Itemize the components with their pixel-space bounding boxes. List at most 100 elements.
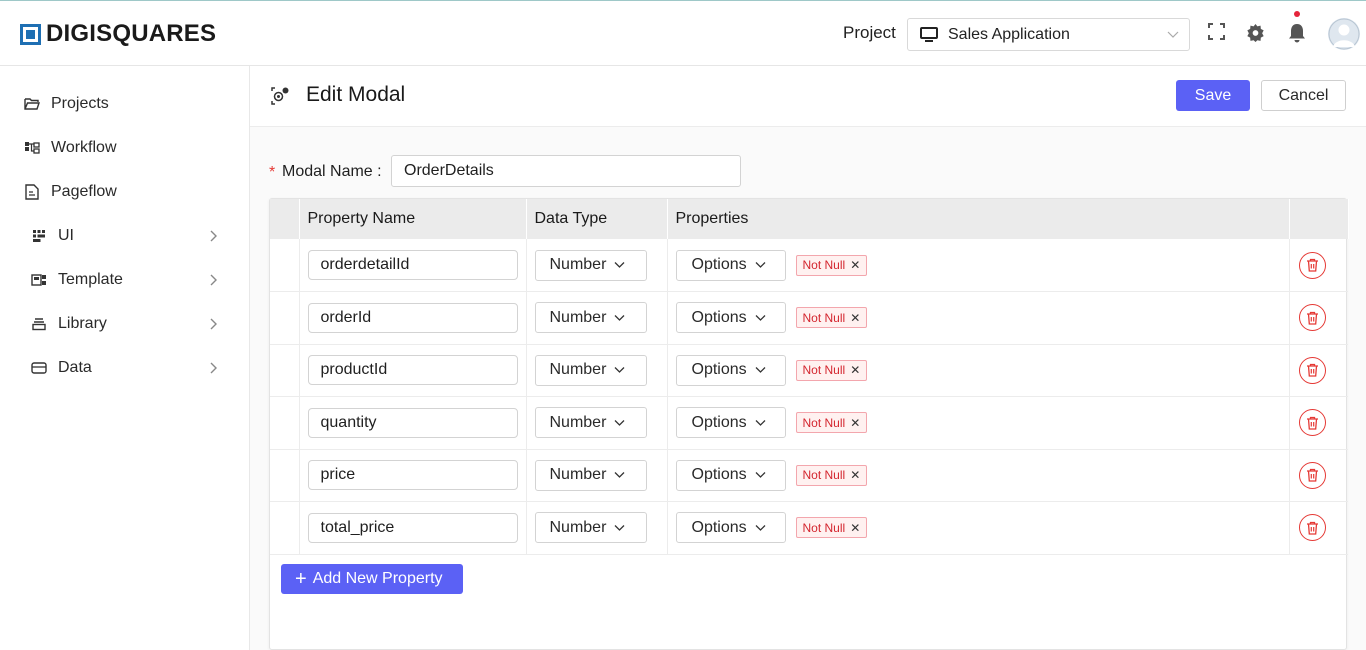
options-select[interactable]: Options (675, 459, 786, 491)
options-select[interactable]: Options (675, 407, 786, 439)
page-title: Edit Modal (306, 83, 406, 106)
settings-gear-icon[interactable] (1246, 23, 1265, 42)
actions-cell (1289, 292, 1348, 345)
remove-tag-icon[interactable]: ✕ (850, 468, 860, 482)
chevron-down-icon (614, 419, 625, 427)
options-select[interactable]: Options (675, 302, 786, 334)
remove-tag-icon[interactable]: ✕ (850, 416, 860, 430)
modal-name-input[interactable] (391, 155, 741, 187)
column-header-properties: Properties (667, 199, 1290, 239)
folder-open-icon (24, 96, 40, 112)
chevron-right-icon (210, 274, 217, 286)
actions-column-header (1289, 199, 1349, 239)
property-name-cell (299, 291, 527, 344)
chevron-down-icon (755, 524, 766, 532)
delete-row-button[interactable] (1298, 304, 1326, 332)
save-button[interactable]: Save (1176, 80, 1250, 111)
chevron-down-icon (614, 314, 625, 322)
data-type-select[interactable]: Number (534, 459, 647, 491)
property-name-input[interactable] (307, 355, 518, 386)
delete-row-button[interactable] (1298, 514, 1326, 542)
data-type-cell: Number (526, 449, 668, 502)
data-type-select[interactable]: Number (534, 407, 647, 439)
property-name-input[interactable] (307, 302, 518, 333)
chevron-right-icon (210, 362, 217, 374)
tag-label: Not Null (802, 310, 846, 325)
modal-settings-icon (271, 87, 289, 105)
drag-column-header (270, 199, 300, 239)
sidebar-item-ui[interactable]: UI (31, 224, 74, 248)
data-type-select[interactable]: Number (534, 249, 647, 281)
page-header: Edit Modal Save Cancel (250, 66, 1366, 127)
property-name-input[interactable] (307, 460, 518, 491)
delete-row-button[interactable] (1298, 461, 1326, 489)
row-handle-cell (270, 344, 300, 397)
delete-row-button[interactable] (1298, 251, 1326, 279)
options-select-value: Options (691, 466, 747, 484)
sidebar-item-library[interactable]: Library (31, 312, 107, 336)
table-row: Number Options Not Null ✕ (270, 501, 1348, 554)
options-select[interactable]: Options (675, 354, 786, 386)
fullscreen-icon[interactable] (1208, 23, 1225, 40)
properties-cell: Options Not Null ✕ (667, 396, 1290, 449)
properties-cell: Options Not Null ✕ (667, 291, 1290, 344)
cancel-button[interactable]: Cancel (1261, 80, 1346, 111)
table-header-row: Property Name Data Type Properties (270, 199, 1349, 239)
tag-label: Not Null (802, 258, 846, 272)
data-type-cell: Number (526, 396, 668, 449)
data-type-value: Number (549, 256, 607, 273)
chevron-down-icon (614, 366, 625, 374)
chevron-right-icon (210, 230, 217, 242)
add-new-property-button[interactable]: + Add New Property (281, 564, 463, 594)
table-row: Number Options Not Null ✕ (270, 344, 1348, 397)
sidebar-item-projects[interactable]: Projects (24, 92, 109, 116)
required-indicator: * (269, 164, 276, 181)
data-icon (31, 360, 47, 376)
trash-icon (1306, 469, 1318, 482)
column-header-property-name: Property Name (299, 199, 527, 239)
brand-logo[interactable]: DIGISQUARES (20, 22, 216, 46)
sidebar-item-label: Template (58, 271, 123, 288)
data-type-value: Number (549, 413, 607, 431)
remove-tag-icon[interactable]: ✕ (850, 521, 860, 535)
remove-tag-icon[interactable]: ✕ (850, 258, 860, 272)
project-select[interactable]: Sales Application (907, 18, 1190, 51)
data-type-cell: Number (526, 501, 668, 554)
chevron-right-icon (210, 318, 217, 330)
user-avatar[interactable] (1328, 18, 1360, 50)
property-name-input[interactable] (307, 512, 518, 543)
remove-tag-icon[interactable]: ✕ (850, 311, 860, 325)
options-select[interactable]: Options (675, 512, 786, 544)
data-type-value: Number (549, 518, 607, 536)
bell-icon[interactable] (1288, 23, 1306, 43)
table-row: Number Options Not Null ✕ (270, 449, 1348, 502)
trash-icon (1306, 416, 1318, 430)
actions-cell (1289, 449, 1348, 502)
delete-row-button[interactable] (1298, 409, 1326, 437)
remove-tag-icon[interactable]: ✕ (850, 363, 860, 377)
tag-label: Not Null (802, 468, 846, 483)
workflow-icon (24, 140, 40, 156)
chevron-down-icon (755, 314, 766, 322)
options-select[interactable]: Options (675, 249, 786, 281)
table-row: Number Options Not Null ✕ (270, 239, 1348, 292)
sidebar-item-label: UI (58, 227, 74, 244)
data-type-select[interactable]: Number (534, 512, 647, 544)
sidebar-item-workflow[interactable]: Workflow (24, 136, 117, 160)
sidebar-item-data[interactable]: Data (31, 356, 92, 380)
data-type-select[interactable]: Number (534, 354, 647, 386)
sidebar-item-label: Workflow (51, 139, 117, 156)
notification-dot (1294, 11, 1300, 17)
data-type-value: Number (549, 308, 607, 326)
property-name-input[interactable] (307, 250, 518, 280)
sidebar-item-pageflow[interactable]: Pageflow (24, 180, 117, 204)
actions-cell (1289, 344, 1348, 397)
delete-row-button[interactable] (1298, 356, 1326, 384)
options-select-value: Options (691, 518, 747, 536)
add-new-property-label: Add New Property (312, 570, 443, 587)
sidebar-item-template[interactable]: Template (31, 268, 123, 292)
data-type-select[interactable]: Number (534, 302, 647, 334)
row-handle-cell (270, 239, 300, 292)
row-handle-cell (270, 291, 300, 344)
property-name-input[interactable] (307, 407, 518, 438)
